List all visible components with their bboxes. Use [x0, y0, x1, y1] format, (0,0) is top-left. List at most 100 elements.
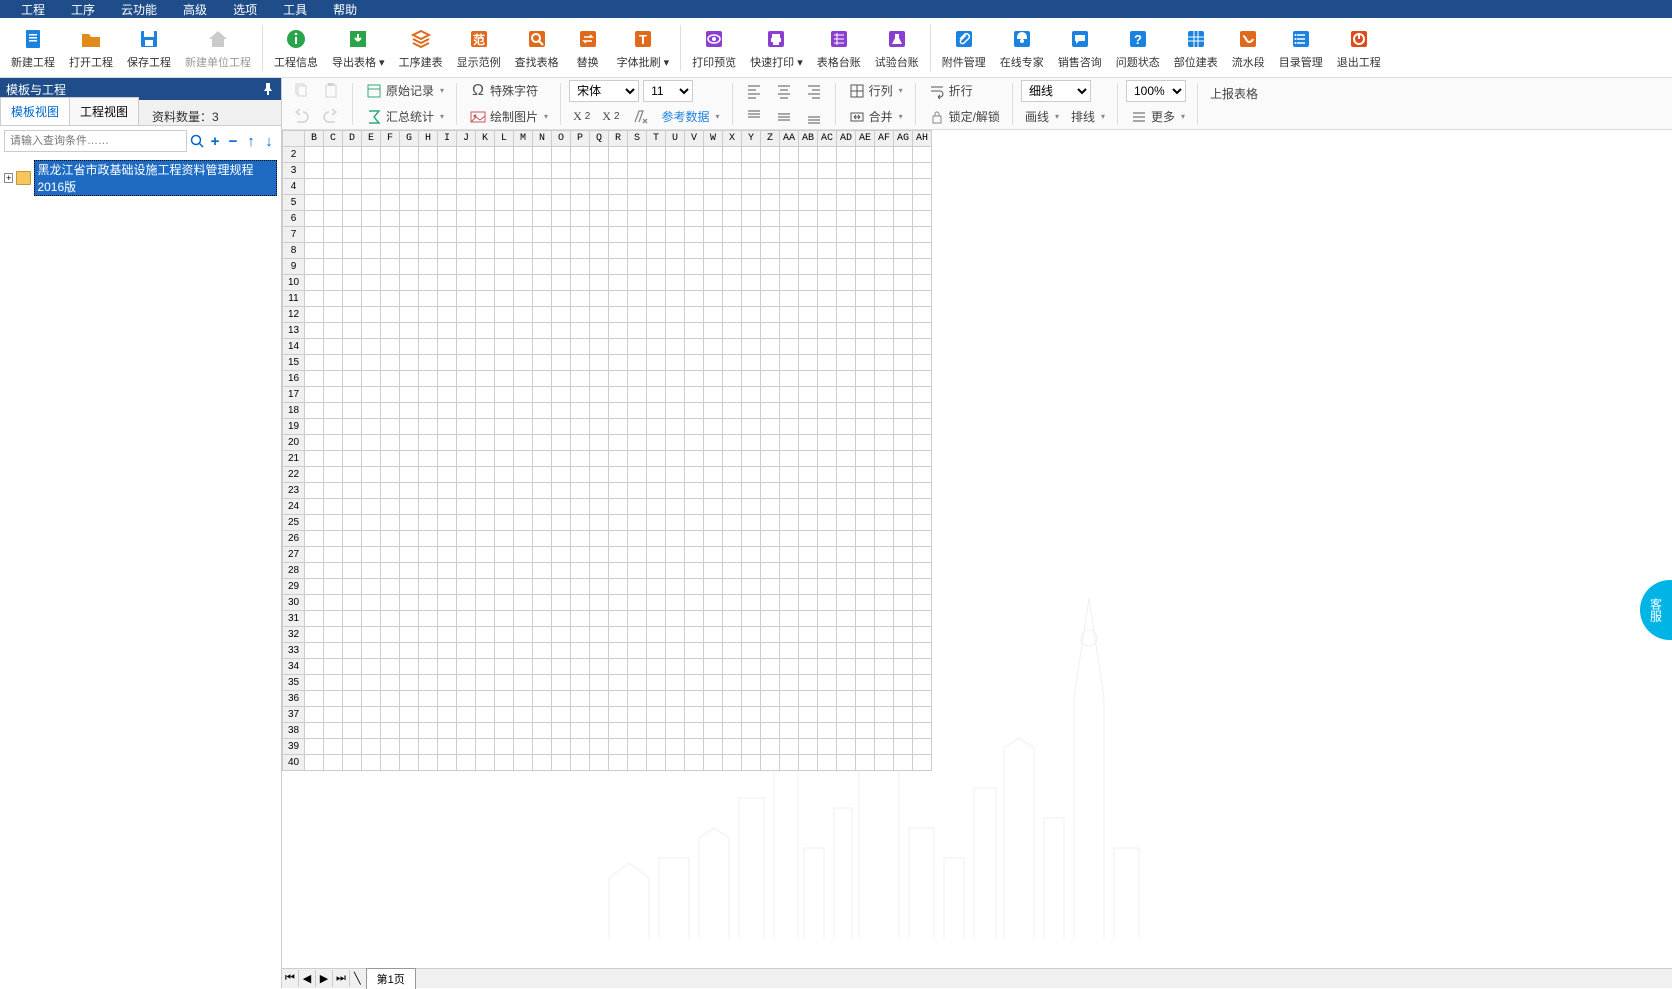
cell[interactable] [533, 515, 552, 531]
cell[interactable] [628, 467, 647, 483]
cell[interactable] [571, 723, 590, 739]
cell[interactable] [685, 195, 704, 211]
cell[interactable] [305, 643, 324, 659]
cell[interactable] [438, 547, 457, 563]
cell[interactable] [381, 547, 400, 563]
cell[interactable] [381, 275, 400, 291]
cell[interactable] [742, 595, 761, 611]
cell[interactable] [457, 259, 476, 275]
cell[interactable] [837, 339, 856, 355]
col-header[interactable]: M [514, 131, 533, 147]
cell[interactable] [419, 419, 438, 435]
cell[interactable] [343, 643, 362, 659]
cell[interactable] [324, 467, 343, 483]
cell[interactable] [552, 483, 571, 499]
cell[interactable] [476, 163, 495, 179]
cell[interactable] [742, 499, 761, 515]
cell[interactable] [628, 675, 647, 691]
row-header[interactable]: 17 [283, 387, 305, 403]
cell[interactable] [362, 483, 381, 499]
cell[interactable] [552, 691, 571, 707]
cell[interactable] [875, 643, 894, 659]
cell[interactable] [552, 419, 571, 435]
cell[interactable] [533, 579, 552, 595]
cell[interactable] [685, 307, 704, 323]
expand-icon[interactable]: + [4, 173, 13, 183]
tree-item[interactable]: + 黑龙江省市政基础设施工程资料管理规程2016版 [4, 160, 277, 196]
cell[interactable] [305, 595, 324, 611]
cell[interactable] [381, 659, 400, 675]
cell[interactable] [590, 595, 609, 611]
cell[interactable] [571, 211, 590, 227]
cell[interactable] [343, 339, 362, 355]
row-header[interactable]: 4 [283, 179, 305, 195]
cell[interactable] [894, 467, 913, 483]
toolbar-ledger[interactable]: 表格台账 [810, 24, 868, 72]
cell[interactable] [818, 307, 837, 323]
cell[interactable] [533, 355, 552, 371]
cell[interactable] [590, 723, 609, 739]
cell[interactable] [590, 563, 609, 579]
col-header[interactable]: E [362, 131, 381, 147]
cell[interactable] [647, 515, 666, 531]
menu-4[interactable]: 选项 [220, 1, 270, 18]
cell[interactable] [343, 627, 362, 643]
cell[interactable] [780, 451, 799, 467]
cell[interactable] [894, 531, 913, 547]
cell[interactable] [457, 355, 476, 371]
cell[interactable] [628, 147, 647, 163]
cell[interactable] [856, 755, 875, 771]
cell[interactable] [495, 435, 514, 451]
cell[interactable] [438, 467, 457, 483]
cell[interactable] [495, 387, 514, 403]
cell[interactable] [647, 195, 666, 211]
cell[interactable] [324, 659, 343, 675]
cell[interactable] [590, 275, 609, 291]
cell[interactable] [343, 323, 362, 339]
cell[interactable] [856, 275, 875, 291]
row-header[interactable]: 6 [283, 211, 305, 227]
cell[interactable] [780, 291, 799, 307]
cell[interactable] [400, 227, 419, 243]
cell[interactable] [685, 739, 704, 755]
cell[interactable] [609, 275, 628, 291]
cell[interactable] [818, 467, 837, 483]
drawline-button[interactable]: 画线 [1021, 106, 1063, 128]
cell[interactable] [438, 275, 457, 291]
cell[interactable] [818, 627, 837, 643]
cell[interactable] [324, 531, 343, 547]
cell[interactable] [647, 563, 666, 579]
cell[interactable] [647, 387, 666, 403]
cell[interactable] [856, 627, 875, 643]
subscript-button[interactable]: X2 [598, 106, 623, 128]
cell[interactable] [457, 579, 476, 595]
cell[interactable] [856, 211, 875, 227]
cell[interactable] [514, 195, 533, 211]
cell[interactable] [704, 275, 723, 291]
clear-format-icon[interactable] [628, 106, 654, 128]
cell[interactable] [837, 531, 856, 547]
cell[interactable] [799, 595, 818, 611]
cell[interactable] [837, 243, 856, 259]
cell[interactable] [457, 595, 476, 611]
cell[interactable] [514, 691, 533, 707]
cell[interactable] [704, 675, 723, 691]
cell[interactable] [723, 659, 742, 675]
cell[interactable] [780, 435, 799, 451]
cell[interactable] [514, 515, 533, 531]
cell[interactable] [476, 611, 495, 627]
cell[interactable] [666, 147, 685, 163]
cell[interactable] [875, 419, 894, 435]
cell[interactable] [476, 579, 495, 595]
cell[interactable] [381, 323, 400, 339]
cell[interactable] [457, 451, 476, 467]
cell[interactable] [628, 739, 647, 755]
cell[interactable] [723, 675, 742, 691]
cell[interactable] [818, 483, 837, 499]
cell[interactable] [324, 643, 343, 659]
cell[interactable] [647, 675, 666, 691]
cell[interactable] [628, 723, 647, 739]
cell[interactable] [856, 611, 875, 627]
cell[interactable] [628, 387, 647, 403]
cell[interactable] [913, 643, 932, 659]
